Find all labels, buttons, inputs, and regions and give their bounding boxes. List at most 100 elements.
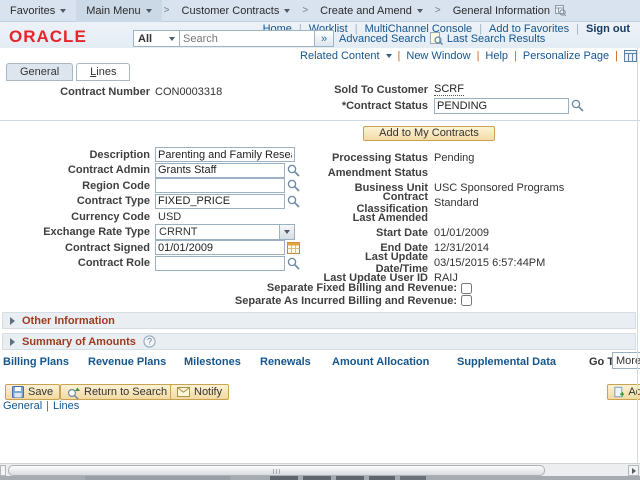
breadcrumb-customer-contracts[interactable]: Customer Contracts [172, 0, 301, 22]
exchange-rate-type-row: Exchange Rate Type CRRNT [0, 225, 312, 241]
description-label: Description [0, 149, 155, 161]
oracle-logo: ORACLE [9, 27, 87, 47]
help-link[interactable]: Help [485, 50, 508, 62]
contract-status-label: *Contract Status [310, 100, 434, 112]
billing-plans-link[interactable]: Billing Plans [3, 356, 69, 368]
chevron-down-icon [417, 9, 423, 13]
contract-status-lookup-icon[interactable] [571, 99, 584, 112]
chevron-down-icon[interactable] [386, 54, 392, 58]
supplemental-data-link[interactable]: Supplemental Data [457, 356, 556, 368]
renewals-link[interactable]: Renewals [260, 356, 311, 368]
contract-type-input[interactable] [155, 194, 285, 209]
summary-of-amounts-label: Summary of Amounts [22, 336, 136, 348]
contract-classification-row: Contract Classification Standard [310, 195, 640, 210]
exchange-rate-type-select[interactable]: CRRNT [155, 224, 295, 240]
sold-to-customer-link[interactable]: SCRF [434, 83, 464, 96]
separate-fixed-billing-label: Separate Fixed Billing and Revenue: [267, 282, 461, 294]
exchange-rate-type-value: CRRNT [159, 226, 198, 238]
save-icon [12, 386, 24, 398]
edge-block [85, 476, 230, 480]
separate-as-incurred-billing-checkbox[interactable] [461, 295, 472, 306]
help-icon[interactable]: ? [143, 335, 156, 348]
horizontal-scrollbar[interactable] [0, 463, 640, 476]
separator [46, 400, 49, 412]
chevron-right-icon [632, 468, 636, 474]
notify-label: Notify [194, 386, 222, 398]
separate-fixed-billing-checkbox[interactable] [461, 283, 472, 294]
separator [576, 23, 579, 35]
double-chevron-icon: » [321, 33, 327, 45]
business-unit-value: USC Sponsored Programs [434, 182, 564, 194]
revenue-plans-link[interactable]: Revenue Plans [88, 356, 166, 368]
sign-out-link[interactable]: Sign out [586, 23, 630, 35]
summary-of-amounts-section[interactable]: Summary of Amounts ? [2, 333, 636, 350]
separator [615, 50, 618, 62]
processing-status-label: Processing Status [310, 152, 434, 164]
contract-signed-row: Contract Signed [0, 240, 312, 256]
separate-as-incurred-billing-row: Separate As Incurred Billing and Revenue… [0, 295, 472, 308]
search-bar: All » Advanced Search Last Search Result… [133, 30, 545, 47]
personalize-page-link[interactable]: Personalize Page [523, 50, 609, 62]
right-edge-line [637, 48, 638, 463]
contract-status-input[interactable] [434, 98, 569, 114]
lines-link[interactable]: Lines [53, 400, 79, 412]
contract-role-lookup-icon[interactable] [287, 257, 300, 270]
add-button[interactable]: Add [607, 384, 640, 400]
last-search-results-link[interactable]: Last Search Results [447, 33, 545, 45]
personalize-grid-icon[interactable] [624, 50, 637, 62]
notify-button[interactable]: Notify [170, 384, 229, 400]
contract-signed-input[interactable] [155, 240, 285, 255]
processing-status-value: Pending [434, 152, 474, 164]
new-window-link[interactable]: New Window [406, 50, 470, 62]
exchange-rate-type-label: Exchange Rate Type [0, 226, 155, 238]
region-code-lookup-icon[interactable] [287, 179, 300, 192]
breadcrumb-find-icon[interactable] [555, 5, 566, 16]
edge-block [400, 476, 426, 480]
description-input[interactable] [155, 147, 295, 162]
sold-to-customer-label: Sold To Customer [310, 84, 434, 96]
contract-status-row: *Contract Status [310, 97, 640, 114]
scroll-left-button[interactable] [0, 465, 6, 476]
add-to-my-contracts-button[interactable]: Add to My Contracts [363, 126, 495, 141]
breadcrumb-general-information[interactable]: General Information [443, 0, 576, 22]
start-date-value: 01/01/2009 [434, 227, 489, 239]
calendar-icon[interactable] [287, 241, 300, 254]
scroll-right-button[interactable] [628, 465, 639, 476]
breadcrumb-separator [162, 5, 172, 16]
tab-general[interactable]: General [6, 63, 73, 81]
last-update-datetime-value: 03/15/2015 6:57:44PM [434, 257, 545, 269]
breadcrumb-label: Create and Amend [320, 5, 412, 17]
page-tabs-links: General Lines [3, 400, 79, 412]
region-code-input[interactable] [155, 178, 285, 193]
amount-allocation-link[interactable]: Amount Allocation [332, 356, 429, 368]
tab-lines[interactable]: Lines [76, 63, 130, 81]
svg-text:?: ? [147, 337, 152, 347]
search-scope-select[interactable]: All [133, 30, 180, 47]
advanced-search-link[interactable]: Advanced Search [339, 33, 426, 45]
add-label: Add [628, 386, 640, 398]
breadcrumb-create-and-amend[interactable]: Create and Amend [310, 0, 433, 22]
related-content-link[interactable]: Related Content [300, 50, 380, 62]
milestones-link[interactable]: Milestones [184, 356, 241, 368]
contract-admin-input[interactable] [155, 163, 285, 178]
breadcrumb: Favorites Main Menu Customer Contracts C… [0, 0, 640, 22]
chevron-down-icon[interactable] [279, 225, 294, 239]
search-input[interactable] [180, 30, 315, 47]
contract-role-row: Contract Role [0, 256, 312, 272]
contract-classification-value: Standard [434, 197, 479, 209]
search-go-button[interactable]: » [315, 30, 334, 47]
breadcrumb-favorites[interactable]: Favorites [0, 0, 76, 22]
contract-type-lookup-icon[interactable] [287, 195, 300, 208]
currency-code-value: USD [155, 211, 181, 223]
other-information-section[interactable]: Other Information [2, 312, 636, 329]
contract-type-label: Contract Type [0, 195, 155, 207]
return-to-search-button[interactable]: Return to Search [60, 384, 174, 400]
general-link[interactable]: General [3, 400, 42, 412]
scrollbar-thumb[interactable] [8, 465, 545, 476]
contract-admin-lookup-icon[interactable] [287, 164, 300, 177]
goto-select[interactable]: More [612, 352, 640, 369]
breadcrumb-main-menu[interactable]: Main Menu [76, 0, 161, 22]
save-button[interactable]: Save [5, 384, 60, 400]
contract-role-input[interactable] [155, 256, 285, 271]
chevron-right-icon [10, 338, 15, 346]
